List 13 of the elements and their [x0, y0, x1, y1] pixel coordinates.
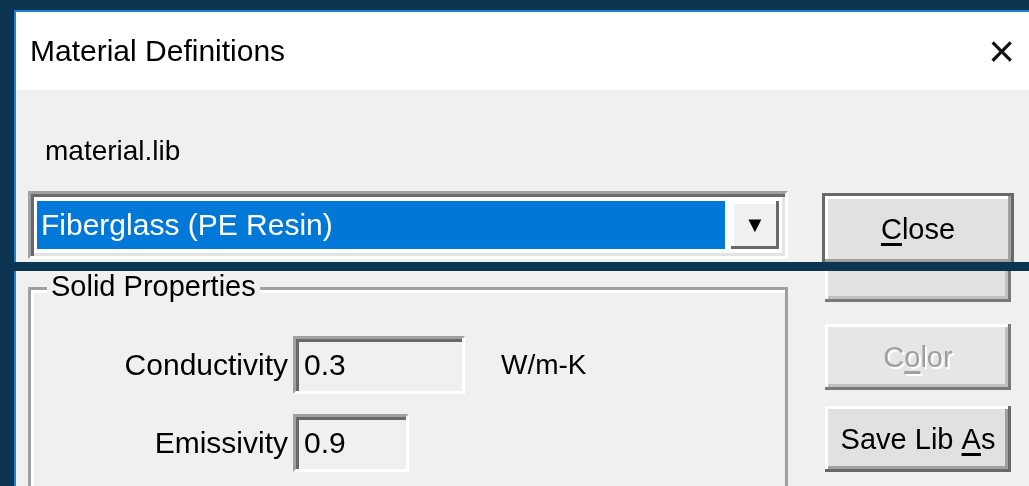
hidden-button[interactable] — [825, 271, 1011, 302]
dialog-button[interactable]: Save Lib As — [825, 406, 1011, 472]
material-dropdown[interactable]: Fiberglass (PE Resin) ▼ — [28, 191, 788, 259]
value-field[interactable]: 0.9 — [293, 414, 409, 472]
window-title: Material Definitions — [30, 34, 286, 68]
close-icon[interactable]: × — [982, 28, 1021, 74]
field-label: Conductivity — [123, 348, 289, 382]
dialog-button[interactable]: Close — [825, 196, 1011, 262]
value-field[interactable]: 0.3 — [293, 336, 465, 394]
selected-material: Fiberglass (PE Resin) — [37, 201, 725, 249]
library-name: material.lib — [45, 135, 182, 167]
field-label: Emissivity — [153, 426, 289, 460]
unit-label: W/m-K — [501, 349, 587, 381]
